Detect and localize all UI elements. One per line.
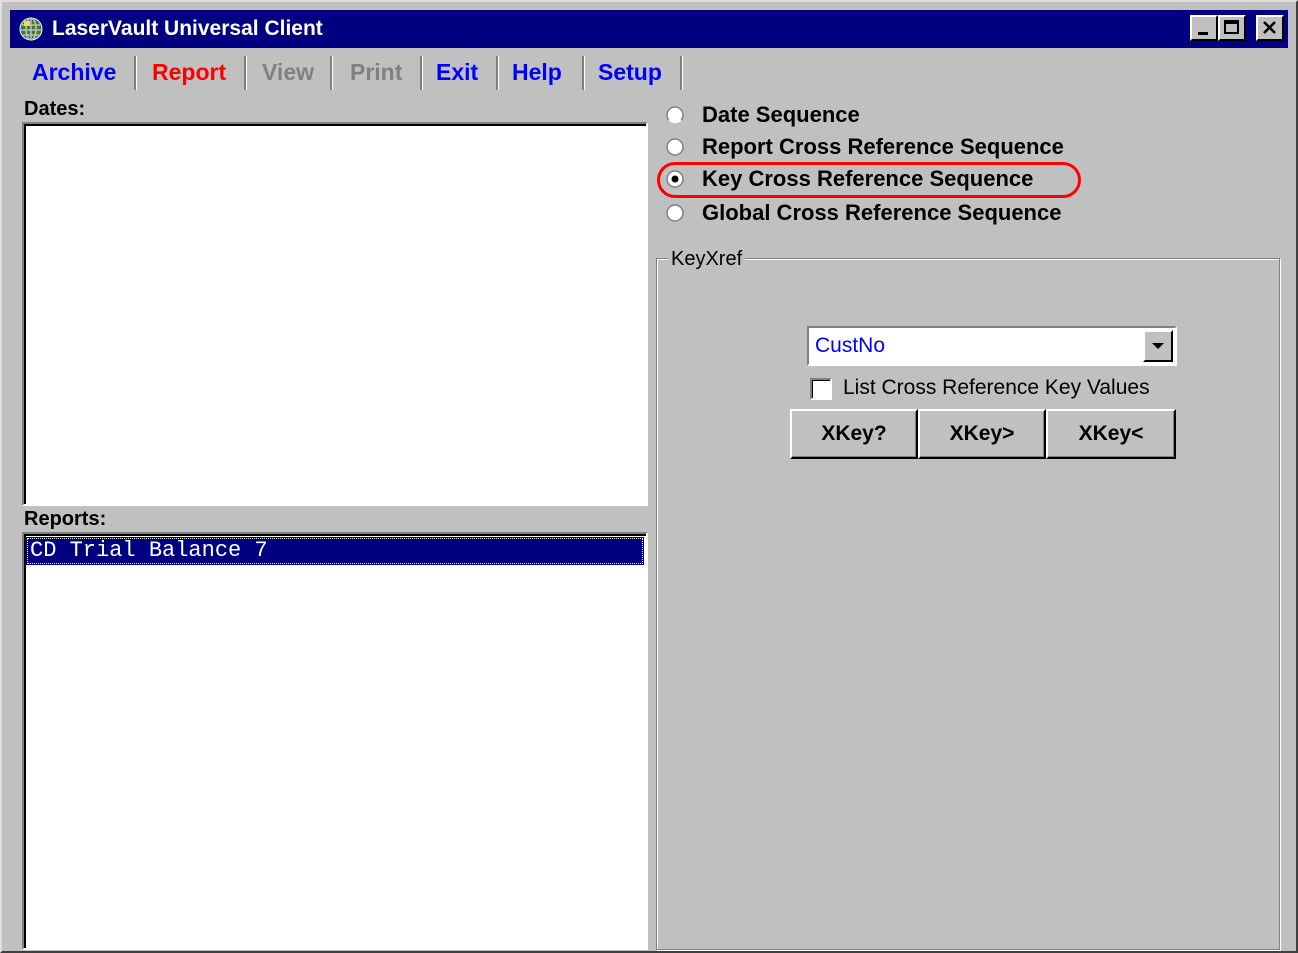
menu-separator — [680, 56, 683, 90]
combo-dropdown-button[interactable] — [1143, 330, 1173, 362]
report-item[interactable]: CD Trial Balance 7 — [26, 537, 644, 565]
menu-separator — [582, 56, 585, 90]
radio-button-icon — [666, 138, 684, 156]
maximize-button[interactable] — [1218, 15, 1246, 41]
list-key-values-label[interactable]: List Cross Reference Key Values — [843, 376, 1150, 400]
chevron-down-icon — [1152, 343, 1164, 349]
radio-label: Report Cross Reference Sequence — [702, 134, 1064, 159]
xkey-next-button[interactable]: XKey> — [918, 409, 1046, 459]
menu-help[interactable]: Help — [502, 54, 572, 90]
dates-label: Dates: — [24, 98, 86, 120]
menu-separator — [420, 56, 423, 90]
minimize-icon — [1198, 32, 1208, 35]
menu-setup[interactable]: Setup — [588, 54, 672, 90]
radio-label: Global Cross Reference Sequence — [702, 200, 1062, 225]
combo-value: CustNo — [815, 334, 886, 357]
reports-label: Reports: — [24, 508, 107, 530]
key-field-combo[interactable]: CustNo — [807, 326, 1177, 366]
menu-separator — [330, 56, 333, 90]
main-window: LaserVault Universal Client Archive Repo… — [0, 0, 1298, 953]
radio-button-icon — [666, 106, 684, 124]
menu-view[interactable]: View — [252, 54, 324, 90]
menu-separator — [496, 56, 499, 90]
menu-bar: Archive Report View Print Exit Help Setu… — [12, 54, 692, 92]
menu-separator — [134, 56, 137, 90]
radio-button-icon — [666, 204, 684, 222]
title-bar[interactable]: LaserVault Universal Client — [10, 10, 1288, 48]
xkey-query-button[interactable]: XKey? — [790, 409, 918, 459]
highlight-annotation — [657, 162, 1081, 198]
menu-archive[interactable]: Archive — [22, 54, 126, 90]
reports-listbox[interactable]: CD Trial Balance 7 — [22, 532, 648, 950]
minimize-button[interactable] — [1190, 15, 1218, 41]
menu-exit[interactable]: Exit — [426, 54, 488, 90]
radio-label: Date Sequence — [702, 102, 860, 127]
window-title: LaserVault Universal Client — [52, 17, 323, 40]
menu-print[interactable]: Print — [340, 54, 412, 90]
app-globe-icon — [19, 17, 43, 41]
keyxref-group-label: KeyXref — [668, 248, 746, 271]
menu-separator — [244, 56, 247, 90]
dates-listbox[interactable] — [22, 122, 648, 506]
menu-report[interactable]: Report — [142, 54, 236, 90]
close-icon — [1263, 21, 1276, 34]
close-button[interactable] — [1256, 15, 1284, 41]
xkey-prev-button[interactable]: XKey< — [1046, 409, 1176, 459]
list-key-values-checkbox[interactable] — [810, 378, 832, 400]
maximize-icon — [1224, 20, 1239, 34]
